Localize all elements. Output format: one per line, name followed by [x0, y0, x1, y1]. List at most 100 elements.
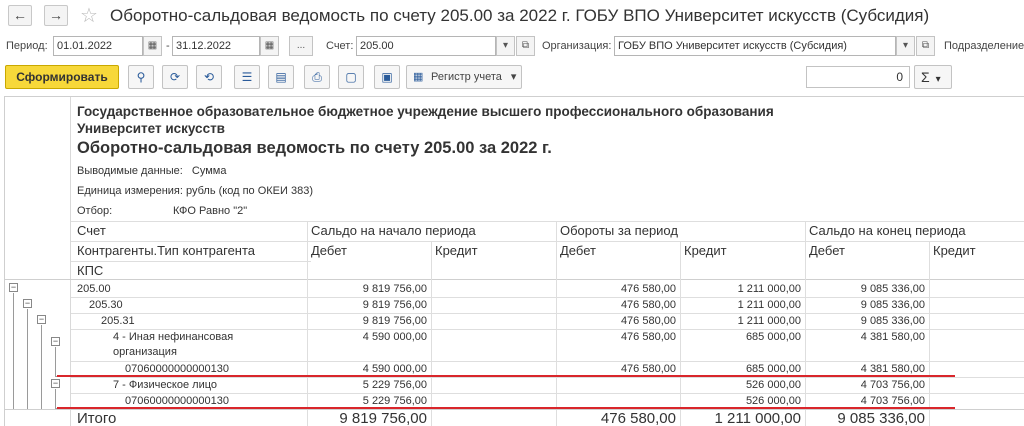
calendar-from-icon[interactable]: ▦ — [143, 36, 162, 56]
save-icon[interactable]: ▣ — [374, 65, 400, 89]
total-opening-debit: 9 819 756,00 — [339, 410, 427, 426]
table-row[interactable]: 205.00 9 819 756,00 476 580,00 1 211 000… — [5, 282, 1024, 298]
output-value: Сумма — [191, 165, 227, 177]
row-name: 4 - Иная нефинансовая — [113, 331, 234, 343]
window-title: Оборотно-сальдовая ведомость по счету 20… — [110, 6, 930, 25]
col-account: Счет — [77, 223, 106, 238]
table-row[interactable]: 205.31 9 819 756,00 476 580,00 1 211 000… — [5, 314, 1024, 330]
division-label: Подразделение: — [944, 40, 1024, 52]
opening-debit: 9 819 756,00 — [362, 283, 427, 295]
register-icon: ▦ — [413, 71, 424, 83]
favorite-star-icon[interactable]: ☆ — [80, 3, 98, 28]
org-line-1: Государственное образовательное бюджетно… — [77, 104, 774, 119]
turnover-debit: 476 580,00 — [620, 315, 676, 327]
register-dropdown-button[interactable]: ▦ Регистр учета ▾ — [406, 65, 522, 89]
turnover-debit: 476 580,00 — [620, 331, 676, 343]
table-row[interactable]: 205.30 9 819 756,00 476 580,00 1 211 000… — [5, 298, 1024, 314]
params-bar: Период: 01.01.2022 ▦ - 31.12.2022 ▦ ... … — [0, 34, 1024, 58]
search-icon[interactable]: ⚲ — [128, 65, 154, 89]
open-icon[interactable]: ⧉ — [916, 36, 935, 56]
report-area: Государственное образовательное бюджетно… — [4, 96, 1024, 426]
filter-line: Отбор: КФО Равно "2" — [77, 205, 247, 217]
row-name-cont: организация — [113, 346, 177, 358]
preview-icon[interactable]: ▢ — [338, 65, 364, 89]
row-name: 7 - Физическое лицо — [113, 379, 218, 391]
open-icon[interactable]: ⧉ — [516, 36, 535, 56]
chevron-down-icon[interactable]: ▾ — [896, 36, 915, 56]
unit-line: Единица измерения: рубль (код по ОКЕИ 38… — [77, 185, 313, 197]
col-turnover-debit: Дебет — [560, 243, 596, 258]
chevron-down-icon: ▾ — [510, 71, 517, 83]
account-label: Счет: — [326, 40, 354, 52]
total-label: Итого — [77, 410, 117, 426]
turnover-credit: 1 211 000,00 — [737, 299, 801, 311]
col-turnover-credit: Кредит — [684, 243, 727, 258]
account-input[interactable]: 205.00 — [356, 36, 496, 56]
col-closing-debit: Дебет — [809, 243, 845, 258]
toolbar: Сформировать ⚲ ⟳ ⟲ ☰ ▤ ⎙ ▢ ▣ ▦ Регистр у… — [0, 62, 1024, 92]
org-line-2: Университет искусств — [77, 121, 225, 136]
back-button[interactable]: ← — [8, 5, 32, 26]
closing-debit: 4 703 756,00 — [860, 379, 925, 391]
col-kps: КПС — [77, 263, 104, 278]
col-counterparty: Контрагенты.Тип контрагента — [77, 243, 256, 258]
search-next-icon[interactable]: ⟳ — [162, 65, 188, 89]
period-label: Период: — [6, 40, 48, 52]
print-icon[interactable]: ⎙ — [304, 65, 330, 89]
chevron-down-icon[interactable]: ▾ — [496, 36, 515, 56]
sum-menu-button[interactable]: Σ ▾ — [914, 65, 952, 89]
filter-value: КФО Равно "2" — [173, 205, 248, 217]
closing-debit: 4 381 580,00 — [860, 363, 925, 375]
closing-debit: 4 381 580,00 — [860, 331, 925, 343]
org-label: Организация: — [542, 40, 612, 52]
forward-button[interactable]: → — [44, 5, 68, 26]
closing-debit: 4 703 756,00 — [860, 395, 925, 407]
highlight-line — [57, 407, 955, 409]
turnover-credit: 685 000,00 — [745, 363, 801, 375]
chevron-down-icon: ▾ — [935, 74, 941, 85]
table-row[interactable]: 4 - Иная нефинансовая организация 4 590 … — [5, 330, 1024, 362]
closing-debit: 9 085 336,00 — [860, 283, 925, 295]
opening-debit: 4 590 000,00 — [362, 363, 427, 375]
date-from-input[interactable]: 01.01.2022 — [53, 36, 143, 56]
table-row[interactable]: 7 - Физическое лицо 5 229 756,00 526 000… — [5, 378, 1024, 394]
opening-debit: 5 229 756,00 — [362, 379, 427, 391]
period-select-button[interactable]: ... — [289, 36, 313, 56]
closing-debit: 9 085 336,00 — [860, 315, 925, 327]
arrow-right-icon: → — [49, 7, 63, 23]
col-closing-credit: Кредит — [933, 243, 976, 258]
org-input[interactable]: ГОБУ ВПО Университет искусств (Субсидия) — [614, 36, 896, 56]
sum-field: 0 — [806, 66, 910, 88]
turnover-debit: 476 580,00 — [620, 299, 676, 311]
unit-value: рубль (код по ОКЕИ 383) — [186, 185, 313, 197]
row-name: 07060000000000130 — [125, 395, 230, 407]
turnover-credit: 1 211 000,00 — [737, 283, 801, 295]
closing-debit: 9 085 336,00 — [860, 299, 925, 311]
list-settings-icon[interactable]: ☰ — [234, 65, 260, 89]
generate-button[interactable]: Сформировать — [5, 65, 119, 89]
output-line: Выводимые данные: Сумма — [77, 165, 226, 177]
report-title: Оборотно-сальдовая ведомость по счету 20… — [77, 139, 552, 157]
unit-label: Единица измерения: — [77, 185, 183, 197]
opening-debit: 5 229 756,00 — [362, 395, 427, 407]
total-closing-debit: 9 085 336,00 — [837, 410, 925, 426]
search-prev-icon[interactable]: ⟲ — [196, 65, 222, 89]
title-bar: ← → ☆ Оборотно-сальдовая ведомость по сч… — [0, 0, 1024, 32]
turnover-credit: 526 000,00 — [745, 379, 801, 391]
row-name: 07060000000000130 — [125, 363, 230, 375]
date-to-input[interactable]: 31.12.2022 — [172, 36, 260, 56]
opening-debit: 9 819 756,00 — [362, 299, 427, 311]
org-header: Государственное образовательное бюджетно… — [77, 103, 774, 137]
row-name: 205.30 — [89, 299, 123, 311]
arrow-left-icon: ← — [13, 7, 27, 23]
calendar-to-icon[interactable]: ▦ — [260, 36, 279, 56]
total-turnover-credit: 1 211 000,00 — [714, 410, 801, 426]
sigma-icon: Σ — [921, 69, 930, 85]
highlight-line — [57, 375, 955, 377]
opening-debit: 9 819 756,00 — [362, 315, 427, 327]
col-closing: Сальдо на конец периода — [809, 223, 966, 238]
opening-debit: 4 590 000,00 — [362, 331, 427, 343]
columns-settings-icon[interactable]: ▤ — [268, 65, 294, 89]
turnover-credit: 1 211 000,00 — [737, 315, 801, 327]
col-opening: Сальдо на начало периода — [311, 223, 476, 238]
